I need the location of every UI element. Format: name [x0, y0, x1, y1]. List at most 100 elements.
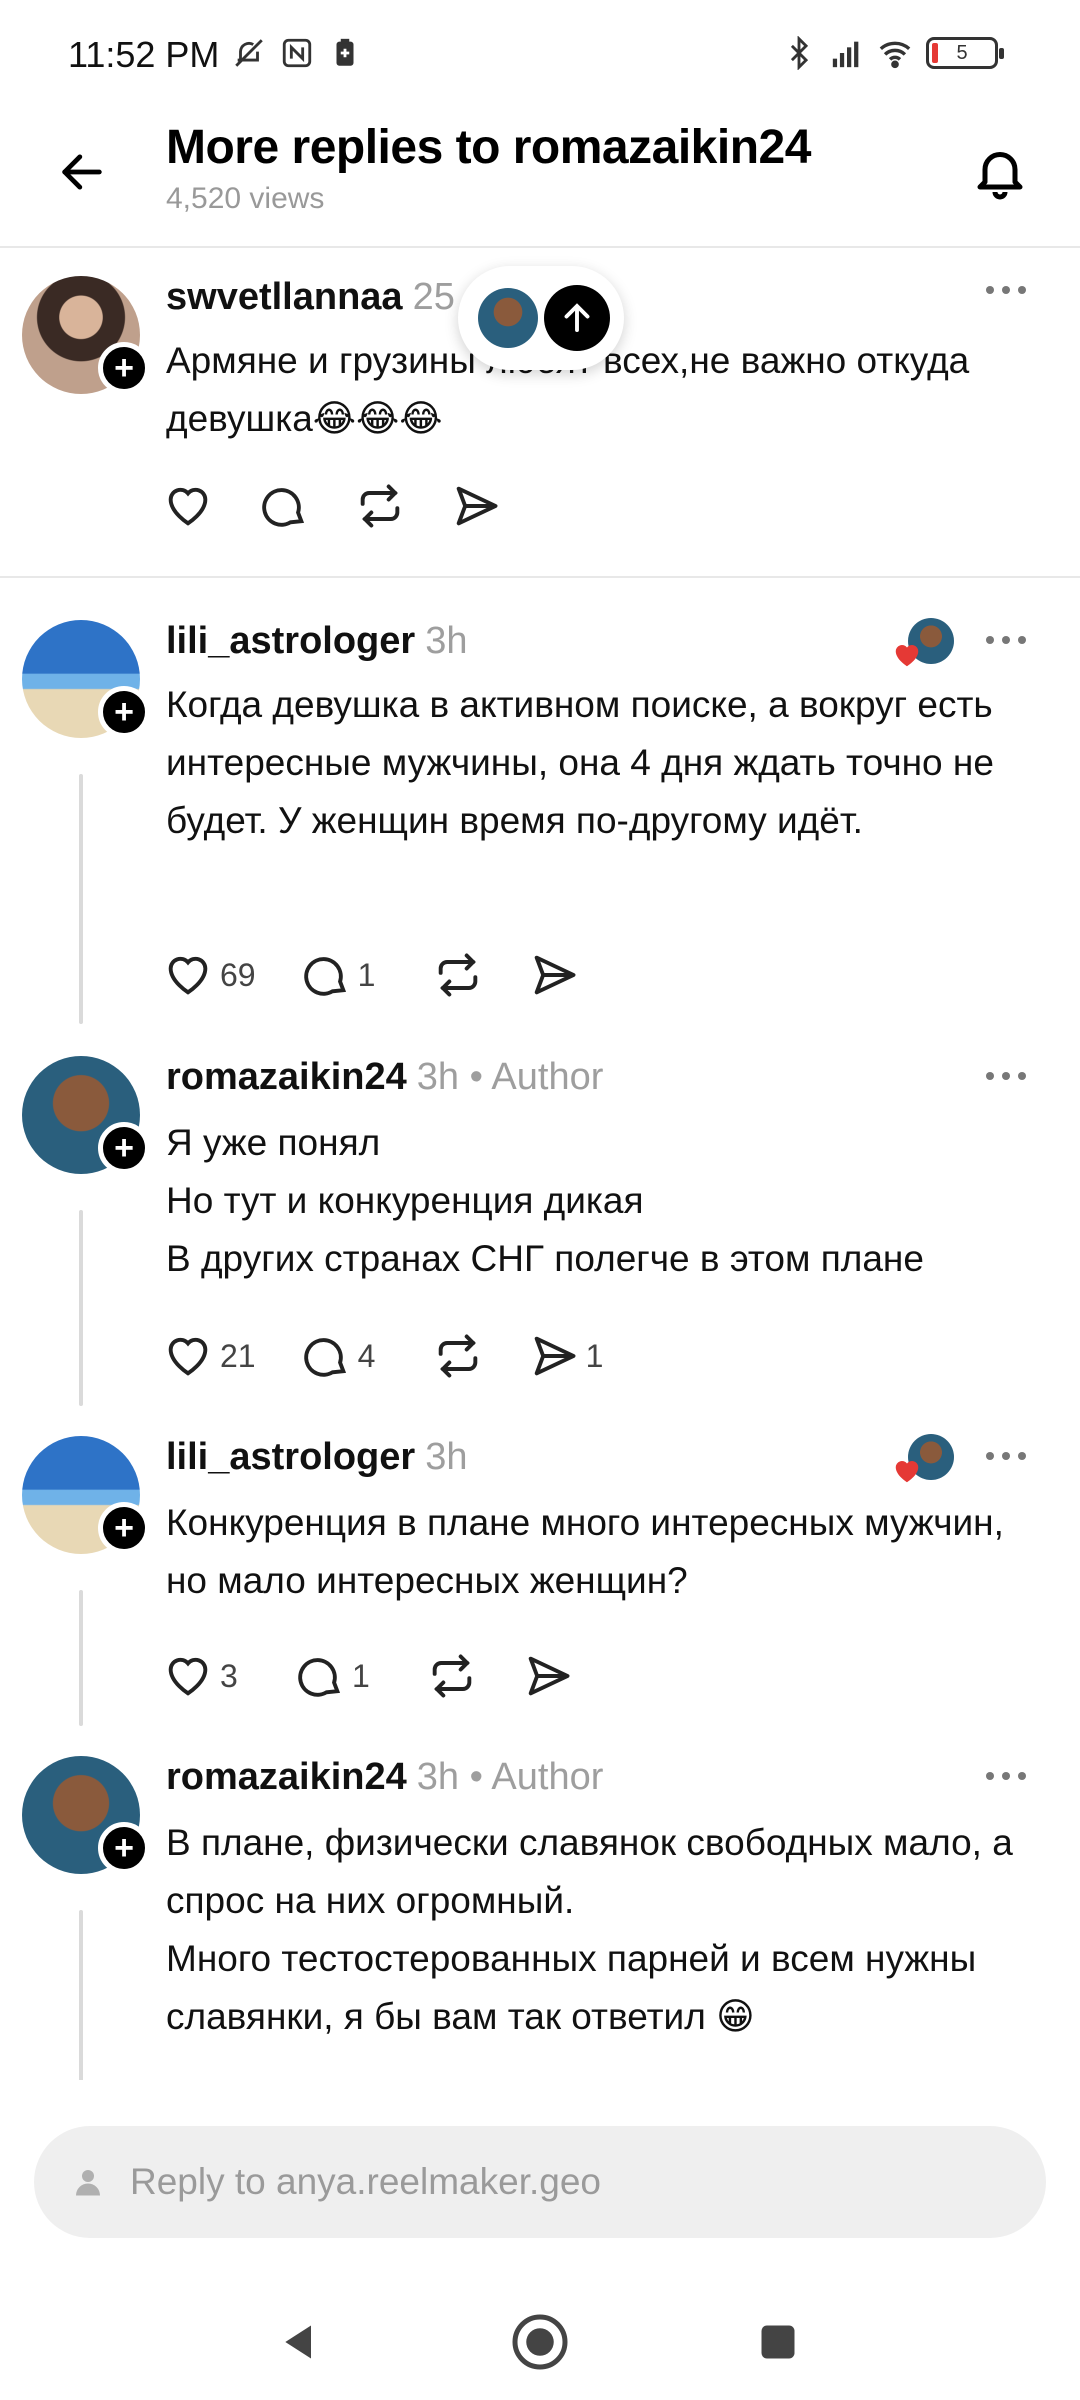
- back-button[interactable]: [52, 142, 112, 202]
- post-username[interactable]: lili_astrologer 3h: [166, 1436, 467, 1479]
- post-actions: [162, 480, 546, 532]
- nav-home-button[interactable]: [508, 2310, 572, 2374]
- post-time: 3h: [425, 1436, 468, 1478]
- mute-icon: [235, 39, 263, 67]
- share-count: 1: [585, 1337, 604, 1374]
- thread-line: [79, 774, 83, 1024]
- post-username[interactable]: romazaikin24 3h • Author: [166, 1056, 603, 1099]
- comment-icon: [303, 957, 346, 996]
- post-time: 3h: [416, 1756, 460, 1798]
- heart-icon: [168, 487, 208, 526]
- follow-plus-icon[interactable]: +: [98, 1122, 150, 1174]
- heart-filled-icon: [895, 645, 919, 667]
- reply-count: 4: [357, 1337, 376, 1374]
- follow-plus-icon[interactable]: +: [98, 1822, 150, 1874]
- send-icon: [528, 1656, 570, 1696]
- status-right-icons: 5: [782, 36, 1004, 70]
- like-button[interactable]: [162, 480, 214, 532]
- heart-filled-icon: [895, 1461, 919, 1483]
- share-button[interactable]: [522, 1650, 574, 1702]
- repost-button[interactable]: [432, 949, 484, 1001]
- more-options-button[interactable]: [976, 272, 1036, 308]
- repost-icon: [438, 953, 477, 997]
- status-left-icons: [232, 36, 362, 70]
- comment-icon: [303, 1338, 346, 1377]
- system-nav-bar: [0, 2280, 1080, 2400]
- post-text: Я уже понял Но тут и конкуренция дикая В…: [166, 1122, 924, 1279]
- follow-plus-icon[interactable]: +: [98, 342, 150, 394]
- send-icon: [534, 1336, 576, 1376]
- more-options-button[interactable]: [976, 1758, 1036, 1794]
- reply-count: 1: [352, 1657, 370, 1694]
- arrow-up-icon: [544, 285, 610, 351]
- reply-button[interactable]: 4: [300, 1330, 388, 1382]
- more-options-button[interactable]: [976, 1438, 1036, 1474]
- square-recents-icon: [761, 2325, 795, 2359]
- thread-line: [79, 1210, 83, 1406]
- follow-plus-icon[interactable]: +: [98, 1502, 150, 1554]
- share-button[interactable]: [528, 949, 580, 1001]
- reply-button[interactable]: 1: [294, 1650, 382, 1702]
- triangle-back-icon: [285, 2325, 311, 2359]
- post-text: В плане, физически славянок свободных ма…: [166, 1822, 1013, 2037]
- notifications-button[interactable]: [964, 136, 1036, 208]
- share-button[interactable]: 1: [528, 1330, 616, 1382]
- post-username[interactable]: swvetllannaa 25: [166, 276, 455, 319]
- post-time: 25: [412, 276, 455, 318]
- like-button[interactable]: 3: [162, 1650, 250, 1702]
- bell-icon: [977, 152, 1023, 200]
- heart-icon: [168, 1337, 208, 1376]
- repost-icon: [360, 484, 400, 528]
- battery-level: 5: [956, 42, 968, 64]
- reply-button[interactable]: 1: [300, 949, 388, 1001]
- signal-icon: [832, 41, 859, 68]
- heart-icon: [168, 956, 208, 995]
- reply-button[interactable]: [258, 480, 310, 532]
- header: More replies to romazaikin24 4,520 views: [0, 120, 1080, 248]
- nfc-icon: [282, 38, 312, 68]
- comment-icon: [262, 488, 305, 527]
- share-button[interactable]: [450, 480, 502, 532]
- follow-plus-icon[interactable]: +: [98, 686, 150, 738]
- reply-post[interactable]: + romazaikin24 3h • Author Я уже понял Но…: [0, 1040, 1080, 1420]
- repost-button[interactable]: [426, 1650, 478, 1702]
- send-icon: [534, 955, 576, 995]
- post-text: Конкуренция в плане много интересных муж…: [166, 1502, 1004, 1601]
- author-mini-avatar: [478, 288, 538, 348]
- post-actions: 69 1: [162, 949, 624, 1001]
- view-count: 4,520 views: [166, 182, 325, 215]
- like-button[interactable]: 69: [162, 949, 256, 1001]
- send-icon: [456, 486, 498, 526]
- more-options-button[interactable]: [976, 1058, 1036, 1094]
- arrow-left-icon: [62, 154, 102, 190]
- heart-icon: [168, 1657, 208, 1696]
- like-count: 21: [220, 1337, 256, 1374]
- scroll-to-top-button[interactable]: [458, 266, 624, 370]
- repost-button[interactable]: [432, 1330, 484, 1382]
- like-count: 69: [220, 956, 256, 993]
- nav-back-button[interactable]: [268, 2310, 332, 2374]
- more-options-button[interactable]: [976, 622, 1036, 658]
- like-button[interactable]: 21: [162, 1330, 256, 1382]
- author-badge: • Author: [469, 1756, 604, 1798]
- repost-button[interactable]: [354, 480, 406, 532]
- status-bar: 11:52 PM 5: [0, 0, 1080, 120]
- divider: [0, 576, 1080, 578]
- post-username[interactable]: romazaikin24 3h • Author: [166, 1756, 603, 1799]
- home-circle-icon: [512, 2314, 568, 2370]
- reply-post[interactable]: + lili_astrologer 3h Когда девушка в акти…: [0, 600, 1080, 1040]
- battery-icon: 5: [926, 37, 1004, 69]
- author-badge: • Author: [469, 1056, 604, 1098]
- repost-icon: [432, 1654, 472, 1698]
- reply-post[interactable]: + lili_astrologer 3h Конкуренция в плане …: [0, 1420, 1080, 1740]
- bluetooth-icon: [790, 36, 809, 70]
- reply-post[interactable]: + romazaikin24 3h • Author В плане, физич…: [0, 1740, 1080, 2110]
- thread-line: [79, 1590, 83, 1726]
- status-time: 11:52 PM: [68, 34, 220, 75]
- nav-recents-button[interactable]: [746, 2310, 810, 2374]
- reply-input[interactable]: Reply to anya.reelmaker.geo: [34, 2126, 1046, 2238]
- post-username[interactable]: lili_astrologer 3h: [166, 620, 467, 663]
- reply-count: 1: [357, 956, 376, 993]
- post-actions: 21 4 1: [162, 1330, 660, 1382]
- repost-icon: [438, 1334, 477, 1378]
